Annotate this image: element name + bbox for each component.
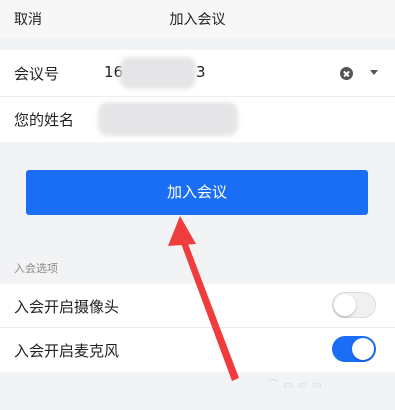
meeting-id-redaction <box>120 57 196 89</box>
meeting-id-row: 会议号 16 3 <box>0 50 395 96</box>
options-section-label: 入会选项 <box>14 262 58 275</box>
microphone-toggle-knob <box>352 338 374 360</box>
top-bar: 取消 加入会议 <box>0 0 395 38</box>
name-label: 您的姓名 <box>14 111 75 129</box>
camera-option-label: 入会开启摄像头 <box>14 298 120 316</box>
red-arrow-head <box>168 216 196 246</box>
join-meeting-button[interactable]: 加入会议 <box>26 170 368 215</box>
watermark: ⌒ ▭ ▭ ▭ <box>268 380 323 391</box>
meeting-id-label: 会议号 <box>14 65 60 83</box>
camera-toggle[interactable] <box>332 292 376 318</box>
meeting-form: 会议号 16 3 您的姓名 <box>0 50 395 142</box>
microphone-option-row: 入会开启麦克风 <box>0 328 395 372</box>
options-list: 入会开启摄像头 入会开启麦克风 <box>0 284 395 372</box>
page-title: 加入会议 <box>169 12 226 28</box>
clear-icon[interactable] <box>340 67 353 80</box>
name-row: 您的姓名 <box>0 96 395 142</box>
meeting-id-value-end[interactable]: 3 <box>196 63 206 81</box>
caret-down-icon[interactable] <box>370 70 378 75</box>
name-input-redaction[interactable] <box>98 102 238 136</box>
microphone-toggle[interactable] <box>332 336 376 362</box>
camera-option-row: 入会开启摄像头 <box>0 284 395 328</box>
camera-toggle-knob <box>334 294 356 316</box>
microphone-option-label: 入会开启麦克风 <box>14 342 120 360</box>
